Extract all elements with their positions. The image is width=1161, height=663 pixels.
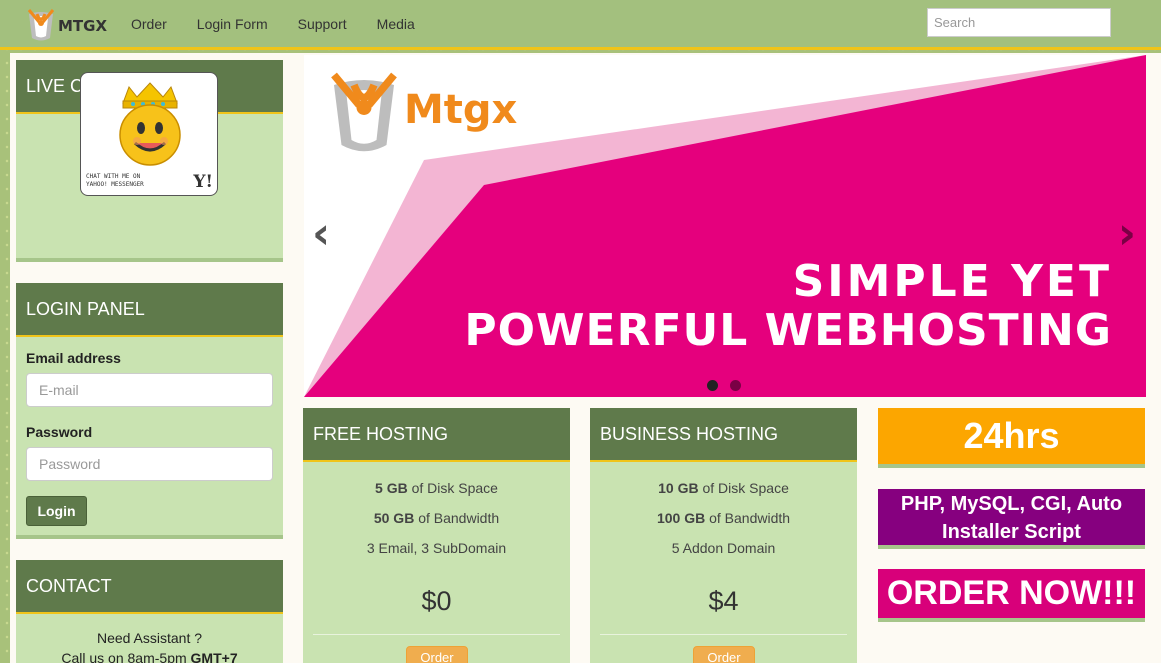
carousel-indicator-1[interactable] xyxy=(707,380,718,391)
email-label: Email address xyxy=(26,350,121,366)
password-label: Password xyxy=(26,424,93,440)
business-hosting-title: BUSINESS HOSTING xyxy=(600,423,779,444)
yahoo-chat-badge[interactable]: CHAT WITH ME ON YAHOO! MESSENGER Y! xyxy=(80,72,218,196)
carousel-next-icon[interactable]: › xyxy=(1118,212,1136,256)
plan-feature: 5 Addon Domain xyxy=(671,540,776,556)
plan-feature: 50 GB of Bandwidth xyxy=(373,510,500,526)
plan-feature: 10 GB of Disk Space xyxy=(658,480,789,496)
nav-menu: Order Login Form Support Media xyxy=(131,16,445,32)
plan-feature: 5 GB of Disk Space xyxy=(375,480,498,496)
business-hosting-order-button[interactable]: Order xyxy=(693,646,755,663)
nav-link-support[interactable]: Support xyxy=(298,16,347,32)
search-input[interactable] xyxy=(927,8,1111,37)
login-panel-title: LOGIN PANEL xyxy=(26,298,145,319)
yahoo-logo-icon: Y! xyxy=(193,172,213,192)
business-hosting-price: $4 xyxy=(708,586,739,616)
business-hosting-header: BUSINESS HOSTING xyxy=(590,408,857,462)
carousel-prev-icon[interactable]: ‹ xyxy=(312,212,330,256)
nav-link-login-form[interactable]: Login Form xyxy=(197,16,268,32)
contact-body: Need Assistant ? Call us on 8am-5pm GMT+… xyxy=(16,614,283,663)
order-now-banner[interactable]: ORDER NOW!!! xyxy=(878,569,1145,622)
live-chat-panel: LIVE CHAT CHAT WITH ME ON YAHOO! MESSENG… xyxy=(16,60,283,262)
yahoo-chat-caption: CHAT WITH ME ON YAHOO! MESSENGER xyxy=(86,173,144,188)
nav-link-order[interactable]: Order xyxy=(131,16,167,32)
business-hosting-plan: BUSINESS HOSTING 10 GB of Disk Space 100… xyxy=(590,408,857,663)
divider xyxy=(313,634,560,635)
contact-header: CONTACT xyxy=(16,560,283,614)
login-panel-header: LOGIN PANEL xyxy=(16,283,283,337)
features-banner[interactable]: PHP, MySQL, CGI, Auto Installer Script xyxy=(878,489,1145,549)
brand[interactable]: MTGX xyxy=(26,8,107,44)
contact-line-1: Need Assistant ? xyxy=(96,630,203,646)
support-24hrs-banner[interactable]: 24hrs xyxy=(878,408,1145,468)
free-hosting-order-button[interactable]: Order xyxy=(406,646,468,663)
mtgx-logo-icon xyxy=(27,9,55,41)
login-button[interactable]: Login xyxy=(26,496,87,526)
hero-carousel[interactable]: Mtgx SIMPLE YET POWERFUL WEBHOSTING ‹ › xyxy=(304,55,1146,397)
free-hosting-title: FREE HOSTING xyxy=(313,423,449,444)
free-hosting-plan: FREE HOSTING 5 GB of Disk Space 50 GB of… xyxy=(303,408,570,663)
plan-feature: 100 GB of Bandwidth xyxy=(656,510,791,526)
contact-panel: CONTACT Need Assistant ? Call us on 8am-… xyxy=(16,560,283,663)
divider xyxy=(600,634,847,635)
free-hosting-header: FREE HOSTING xyxy=(303,408,570,462)
brand-name: MTGX xyxy=(58,17,108,35)
slide-logo-text: Mtgx xyxy=(404,87,518,133)
email-field[interactable] xyxy=(26,373,273,407)
nav-link-media[interactable]: Media xyxy=(377,16,415,32)
contact-title: CONTACT xyxy=(26,575,112,596)
main-container: LIVE CHAT CHAT WITH ME ON YAHOO! MESSENG… xyxy=(10,53,1161,663)
navbar: MTGX Order Login Form Support Media xyxy=(0,0,1161,50)
mtgx-slide-logo-icon xyxy=(331,72,397,152)
free-hosting-price: $0 xyxy=(421,586,452,616)
slide-headline-2: POWERFUL WEBHOSTING xyxy=(464,305,1112,356)
plan-feature: 3 Email, 3 SubDomain xyxy=(366,540,507,556)
password-field[interactable] xyxy=(26,447,273,481)
contact-line-2: Call us on 8am-5pm GMT+7 xyxy=(61,650,238,663)
login-panel: LOGIN PANEL Email address Password Login xyxy=(16,283,283,539)
slide-headline-1: SIMPLE YET xyxy=(792,256,1112,307)
carousel-indicator-2[interactable] xyxy=(730,380,741,391)
